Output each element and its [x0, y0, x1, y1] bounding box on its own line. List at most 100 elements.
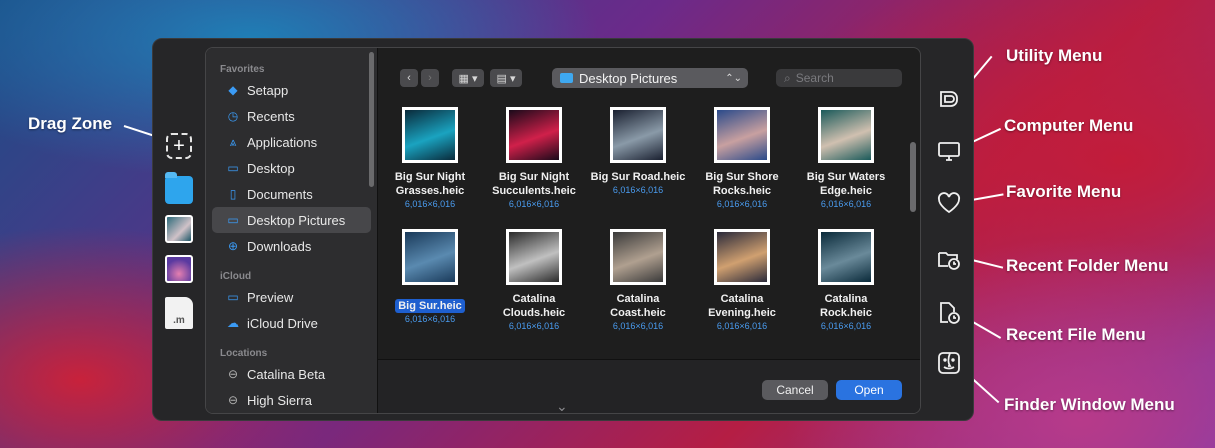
file-dimensions: 6,016×6,016 — [508, 321, 560, 331]
sidebar-item-documents[interactable]: ▯ Documents — [212, 181, 371, 207]
file-dimensions: 6,016×6,016 — [820, 199, 872, 209]
view-mode-grid-icon[interactable]: ▦ ▾ — [452, 69, 484, 87]
sidebar-item-label: Catalina Beta — [247, 366, 326, 382]
file-thumbnail — [714, 107, 770, 163]
path-popup-button[interactable]: Desktop Pictures ⌃⌄ — [552, 68, 748, 88]
cloud-icon: ☁ — [227, 316, 239, 330]
sidebar-item-desktop-pictures[interactable]: ▭ Desktop Pictures — [212, 207, 371, 233]
sidebar-item-label: Desktop — [247, 160, 295, 176]
file-thumbnail — [818, 107, 874, 163]
sidebar-item-label: Desktop Pictures — [247, 212, 346, 228]
updown-chevron-icon: ⌃⌄ — [725, 72, 742, 84]
computer-monitor-icon[interactable] — [935, 137, 963, 165]
sidebar-scrollbar[interactable] — [369, 52, 374, 187]
setapp-icon: ◆ — [228, 83, 238, 97]
heart-icon[interactable] — [935, 189, 963, 217]
file-name-line-1: Big Sur Night — [394, 171, 466, 183]
file-thumbnail — [818, 229, 874, 285]
expand-chevron-icon[interactable]: ⌄ — [556, 398, 568, 413]
sidebar: Favorites ◆ Setapp ◷ Recents ⩓ Applications… — [206, 48, 378, 413]
sidebar-item-high-sierra[interactable]: ⊖ High Sierra — [212, 387, 371, 413]
sidebar-item-label: iCloud Drive — [247, 315, 318, 331]
folder-icon — [560, 73, 573, 83]
disk-icon: ⊖ — [227, 393, 239, 407]
file-item[interactable]: Big Sur Road.heic 6,016×6,016 — [586, 107, 690, 196]
file-name-line-1: Catalina — [512, 293, 556, 305]
file-name: Big Sur Night Grasses.heic — [378, 170, 482, 198]
recent-file-menu-callout: Recent File Menu — [1006, 325, 1146, 344]
search-icon: ⌕ — [784, 70, 791, 85]
sidebar-item-applications[interactable]: ⩓ Applications — [212, 129, 371, 155]
toolbar: ‹ › ▦ ▾ ▤ ▾ Desktop Pictures ⌃⌄ ⌕ Search — [378, 48, 920, 93]
shelf-folder-icon[interactable] — [165, 172, 193, 204]
recent-file-icon[interactable] — [935, 299, 963, 327]
drag-zone-callout: Drag Zone — [28, 114, 113, 133]
sidebar-item-desktop[interactable]: ▭ Desktop — [212, 155, 371, 181]
file-name-line-2: Clouds.heic — [502, 307, 566, 319]
recent-folder-icon[interactable] — [935, 245, 963, 273]
desktop-icon: ▭ — [227, 161, 239, 175]
shelf-image-thumb-1[interactable] — [165, 215, 193, 243]
shelf-m-file-icon[interactable]: .m — [165, 297, 193, 329]
sidebar-item-catalina-beta[interactable]: ⊖ Catalina Beta — [212, 361, 371, 387]
file-name-line-1: Catalina — [824, 293, 868, 305]
right-strip — [925, 39, 973, 420]
back-chevron-icon[interactable]: ‹ — [400, 69, 418, 87]
file-name-line-1: Big Sur Night — [498, 171, 570, 183]
sidebar-item-icloud-drive[interactable]: ☁ iCloud Drive — [212, 310, 371, 336]
clock-icon: ◷ — [227, 109, 239, 123]
cancel-button[interactable]: Cancel — [762, 380, 828, 400]
file-item[interactable]: Big Sur.heic 6,016×6,016 — [378, 223, 482, 325]
file-dimensions: 6,016×6,016 — [716, 199, 768, 209]
file-item[interactable]: Big Sur Waters Edge.heic 6,016×6,016 — [794, 107, 898, 210]
finder-window-menu-callout: Finder Window Menu — [1004, 395, 1175, 414]
search-field[interactable]: ⌕ Search — [776, 69, 902, 87]
file-name-line-1: Big Sur Shore — [705, 171, 779, 183]
sidebar-item-label: Downloads — [247, 238, 312, 254]
sidebar-item-downloads[interactable]: ⊕ Downloads — [212, 233, 371, 259]
file-name: Catalina Coast.heic — [586, 292, 690, 320]
grid-scrollbar[interactable] — [910, 142, 916, 212]
open-button[interactable]: Open — [836, 380, 902, 400]
file-item[interactable]: Big Sur Shore Rocks.heic 6,016×6,016 — [690, 107, 794, 210]
finder-face-icon[interactable] — [935, 349, 963, 377]
file-name-line-2: Grasses.heic — [395, 185, 465, 197]
file-dimensions: 6,016×6,016 — [820, 321, 872, 331]
sidebar-item-label: Documents — [247, 186, 313, 202]
sidebar-item-preview[interactable]: ▭ Preview — [212, 284, 371, 310]
file-dimensions: 6,016×6,016 — [404, 314, 456, 324]
file-item[interactable]: Big Sur Night Succulents.heic 6,016×6,016 — [482, 107, 586, 210]
file-name: Catalina Rock.heic — [794, 292, 898, 320]
shelf-image-thumb-2[interactable] — [165, 255, 193, 283]
sidebar-item-setapp[interactable]: ◆ Setapp — [212, 77, 371, 103]
file-item[interactable]: Catalina Clouds.heic 6,016×6,016 — [482, 229, 586, 332]
file-name: Big Sur Night Succulents.heic — [482, 170, 586, 198]
dialog-bottom-bar: Cancel Open ⌄ — [378, 359, 920, 413]
file-name-line-1: Big Sur Road.heic — [590, 171, 686, 183]
file-name: Catalina Evening.heic — [690, 292, 794, 320]
recent-folder-menu-callout: Recent Folder Menu — [1006, 256, 1169, 275]
drag-zone-plus-icon[interactable]: + — [166, 133, 192, 159]
open-dialog: Favorites ◆ Setapp ◷ Recents ⩓ Applications… — [205, 47, 921, 414]
utility-menu-icon[interactable] — [935, 85, 963, 113]
file-item[interactable]: Big Sur Night Grasses.heic 6,016×6,016 — [378, 107, 482, 210]
file-name-line-2: Coast.heic — [610, 307, 666, 319]
forward-chevron-icon[interactable]: › — [421, 69, 439, 87]
file-item[interactable]: Catalina Rock.heic 6,016×6,016 — [794, 229, 898, 332]
file-thumbnail — [714, 229, 770, 285]
file-item[interactable]: Catalina Evening.heic 6,016×6,016 — [690, 229, 794, 332]
file-thumbnail — [610, 107, 666, 163]
file-name-line-2: Edge.heic — [820, 185, 872, 197]
file-name: Catalina Clouds.heic — [482, 292, 586, 320]
file-name: Big Sur Road.heic — [586, 170, 690, 184]
favorite-menu-callout: Favorite Menu — [1006, 182, 1122, 201]
file-name-line-1: Catalina — [720, 293, 764, 305]
path-label: Desktop Pictures — [579, 70, 678, 86]
sidebar-section-icloud: iCloud — [220, 271, 252, 282]
group-by-icon[interactable]: ▤ ▾ — [490, 69, 522, 87]
file-item[interactable]: Catalina Coast.heic 6,016×6,016 — [586, 229, 690, 332]
sidebar-section-favorites: Favorites — [220, 64, 265, 75]
sidebar-item-label: Applications — [247, 134, 318, 150]
sidebar-item-recents[interactable]: ◷ Recents — [212, 103, 371, 129]
search-placeholder: Search — [795, 71, 834, 85]
